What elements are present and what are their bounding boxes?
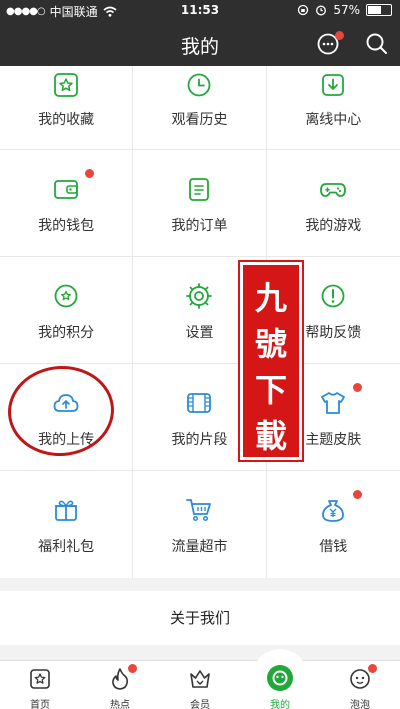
grid-item-label: 我的订单 — [171, 218, 228, 234]
grid-item-label: 我的游戏 — [305, 218, 362, 234]
grid-row: 福利礼包 流量超市 借钱 — [0, 471, 400, 578]
about-us-row[interactable]: 关于我们 — [0, 591, 400, 645]
tab-home[interactable]: 首页 — [0, 661, 80, 709]
tab-bubble[interactable]: 泡泡 — [320, 661, 400, 709]
points-icon — [54, 284, 78, 308]
seal-char: 下 — [254, 371, 287, 409]
wallet-badge — [85, 169, 95, 178]
tab-hot[interactable]: 热点 — [80, 661, 160, 709]
clip-icon — [187, 393, 212, 413]
bottom-tab-bar: 首页 热点 会员 我的 泡泡 — [0, 649, 400, 709]
seal-char: 九 — [254, 279, 287, 317]
grid-item-label: 我的钱包 — [38, 218, 95, 234]
history-icon — [188, 73, 211, 97]
message-button[interactable] — [316, 31, 344, 57]
money-bag-icon — [322, 500, 345, 522]
tab-vip[interactable]: 会员 — [160, 661, 240, 709]
tab-label: 泡泡 — [350, 700, 370, 709]
grid-item-label: 我的积分 — [38, 325, 95, 341]
grid-item-wallet[interactable]: 我的钱包 — [0, 150, 134, 257]
grid-item-favorites[interactable]: 我的收藏 — [0, 66, 134, 150]
about-us-label: 关于我们 — [169, 609, 230, 627]
seal-char: 號 — [254, 325, 287, 363]
status-bar: ●●●●○ 中国联通 11:53 57% — [0, 0, 400, 22]
seal-char: 載 — [254, 417, 287, 455]
message-badge — [335, 31, 344, 40]
grid-item-points[interactable]: 我的积分 — [0, 257, 134, 364]
function-grid: 我的收藏 观看历史 离线中心 我的钱包 我的订单 我的游戏 我的积分 设置 帮助… — [0, 66, 400, 578]
grid-item-games[interactable]: 我的游戏 — [267, 150, 400, 257]
gamepad-icon — [320, 183, 347, 197]
grid-item-label: 我的收藏 — [38, 112, 95, 128]
battery-icon — [366, 4, 392, 16]
gear-icon — [186, 283, 213, 309]
star-icon — [54, 73, 79, 97]
search-button[interactable] — [364, 31, 390, 57]
grid-item-label: 观看历史 — [171, 112, 228, 128]
grid-item-label: 福利礼包 — [38, 539, 95, 555]
bubble-badge — [368, 664, 377, 673]
rotation-lock-icon — [298, 4, 309, 16]
tab-label: 热点 — [110, 700, 130, 709]
top-bar: 我的 — [0, 22, 400, 66]
search-icon — [366, 33, 387, 54]
home-icon — [30, 669, 50, 689]
grid-item-data-market[interactable]: 流量超市 — [133, 471, 267, 578]
grid-item-loan[interactable]: 借钱 — [267, 471, 400, 578]
grid-row: 我的钱包 我的订单 我的游戏 — [0, 150, 400, 257]
gift-icon — [55, 500, 78, 521]
grid-item-label: 离线中心 — [305, 112, 362, 128]
tab-label: 会员 — [190, 700, 210, 709]
grid-item-history[interactable]: 观看历史 — [133, 66, 267, 150]
tab-mine[interactable]: 我的 — [240, 661, 320, 709]
crown-icon — [190, 670, 210, 688]
face-icon — [267, 665, 293, 691]
download-icon — [322, 74, 345, 96]
tab-label: 我的 — [270, 700, 290, 709]
themes-badge — [352, 383, 362, 392]
help-icon — [321, 284, 345, 308]
order-icon — [189, 178, 210, 201]
grid-item-offline[interactable]: 离线中心 — [267, 66, 400, 150]
hot-badge — [128, 664, 137, 673]
tab-label: 首页 — [30, 700, 50, 709]
shirt-icon — [321, 392, 346, 414]
grid-item-label: 借钱 — [319, 539, 348, 555]
grid-row: 我的积分 设置 帮助反馈 — [0, 257, 400, 364]
cart-icon — [186, 499, 212, 522]
battery-percent: 57% — [333, 3, 360, 17]
alarm-icon — [316, 5, 327, 16]
red-seal-stamp: 九 號 下 載 — [238, 260, 304, 462]
grid-item-gifts[interactable]: 福利礼包 — [0, 471, 134, 578]
grid-item-label: 流量超市 — [171, 539, 228, 555]
wallet-icon — [54, 180, 79, 199]
grid-item-orders[interactable]: 我的订单 — [133, 150, 267, 257]
grid-row: 我的收藏 观看历史 离线中心 — [0, 66, 400, 150]
loan-badge — [352, 490, 362, 499]
